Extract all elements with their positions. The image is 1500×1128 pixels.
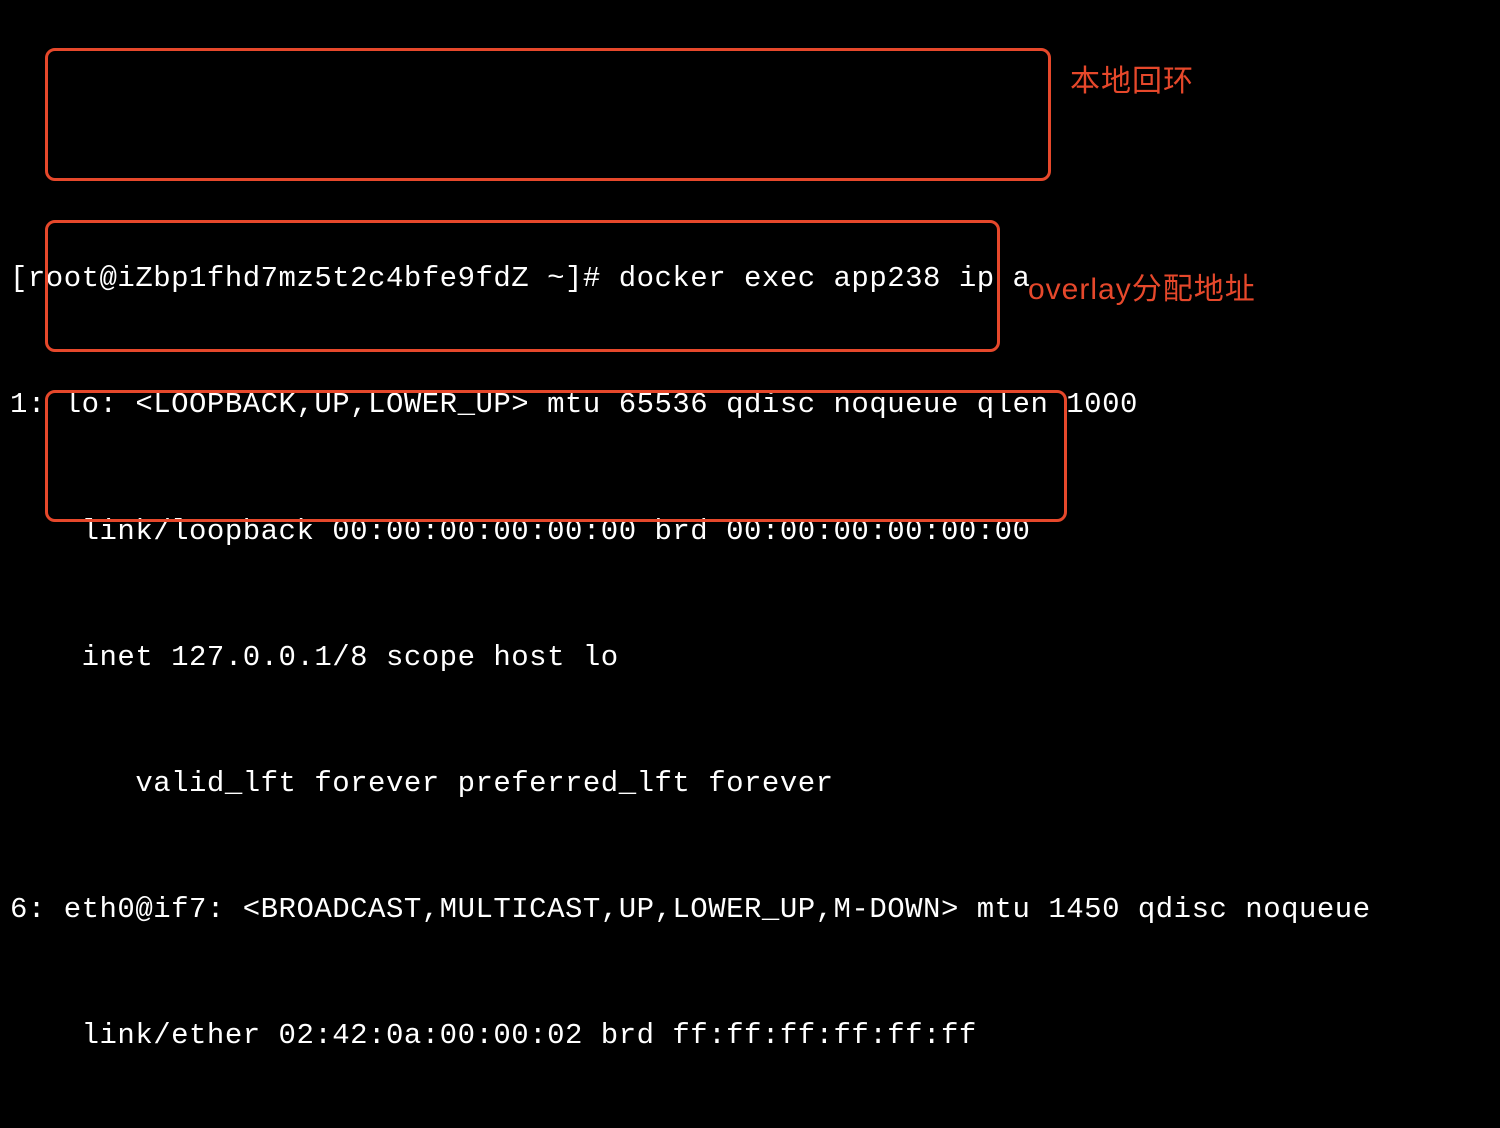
terminal-output: [root@iZbp1fhd7mz5t2c4bfe9fdZ ~]# docker…: [10, 174, 1490, 1128]
terminal-prompt-line: [root@iZbp1fhd7mz5t2c4bfe9fdZ ~]# docker…: [10, 258, 1490, 300]
terminal-line: inet 127.0.0.1/8 scope host lo: [10, 637, 1490, 679]
terminal-line: 6: eth0@if7: <BROADCAST,MULTICAST,UP,LOW…: [10, 889, 1490, 931]
terminal-line: 1: lo: <LOOPBACK,UP,LOWER_UP> mtu 65536 …: [10, 384, 1490, 426]
terminal-line: valid_lft forever preferred_lft forever: [10, 763, 1490, 805]
annotation-loopback: 本地回环: [1070, 60, 1194, 104]
annotation-overlay: overlay分配地址: [1028, 268, 1256, 312]
terminal-line: link/loopback 00:00:00:00:00:00 brd 00:0…: [10, 511, 1490, 553]
highlight-box-loopback: [45, 48, 1051, 181]
terminal-line: link/ether 02:42:0a:00:00:02 brd ff:ff:f…: [10, 1015, 1490, 1057]
